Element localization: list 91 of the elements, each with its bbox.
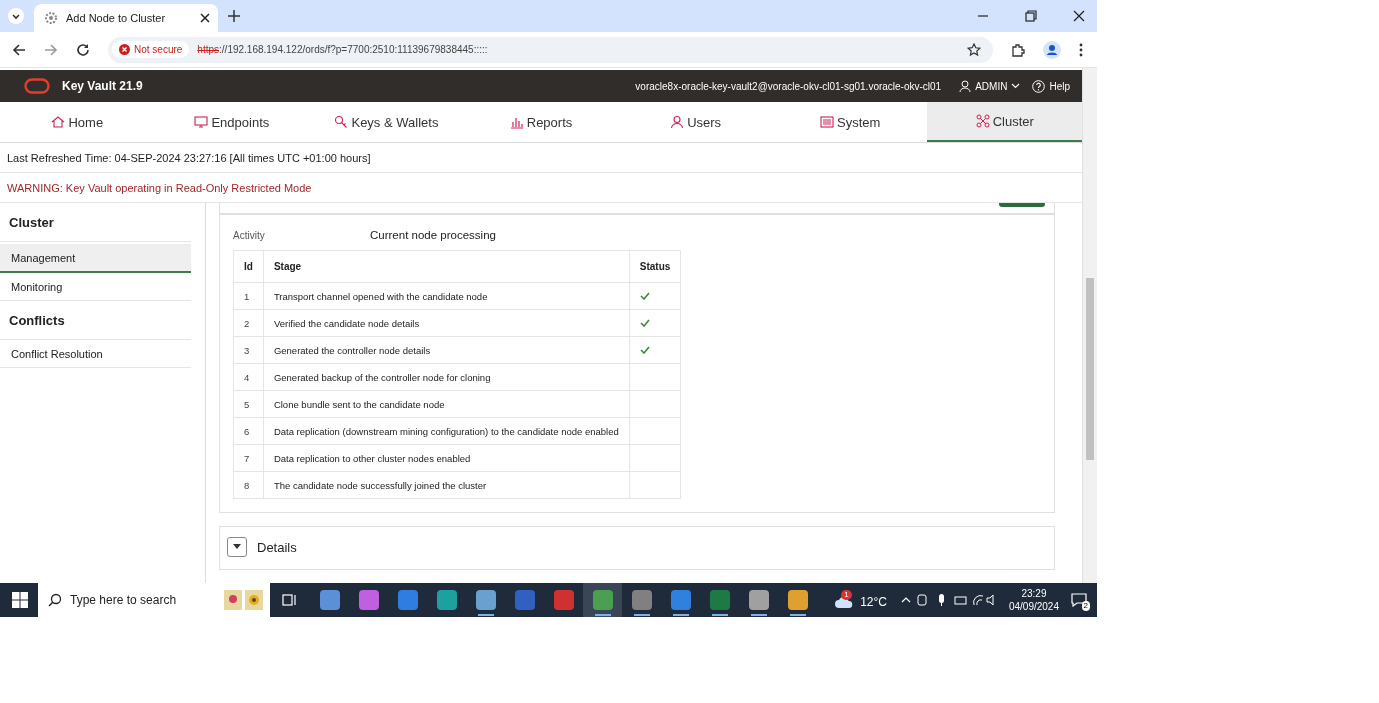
- temperature: 12°C: [860, 595, 887, 609]
- close-icon[interactable]: [1073, 10, 1085, 22]
- table-cell: Verified the candidate node details: [263, 309, 630, 337]
- table-cell: 1: [233, 282, 264, 310]
- scrollbar[interactable]: [1082, 68, 1097, 583]
- new-tab-icon[interactable]: [228, 10, 240, 22]
- table-cell: 6: [233, 417, 264, 445]
- puzzle-icon[interactable]: [1011, 42, 1025, 57]
- refresh-time: Last Refreshed Time: 04-SEP-2024 23:27:16 [All times UTC +01:00 hours]: [6, 150, 372, 166]
- close-icon[interactable]: [200, 13, 210, 23]
- gear-icon: [44, 11, 58, 25]
- table-cell: Data replication to other cluster nodes enabled: [263, 444, 630, 472]
- back-icon[interactable]: [12, 42, 26, 57]
- expand-toggle[interactable]: [227, 537, 247, 557]
- key-icon: [334, 115, 349, 129]
- weather-widget[interactable]: 1 12°C: [832, 588, 887, 612]
- bar-chart-icon: [509, 115, 524, 129]
- help-icon: [1032, 79, 1046, 93]
- more-icon[interactable]: [1079, 42, 1083, 57]
- user-menu[interactable]: ADMIN: [959, 80, 1021, 92]
- sidebar-heading: Cluster: [0, 203, 191, 242]
- table-cell: 7: [233, 444, 264, 472]
- table-cell: 3: [233, 336, 264, 364]
- logo-icon: [24, 78, 50, 94]
- tab-list-icon[interactable]: [8, 8, 24, 24]
- sidebar-heading: Conflicts: [0, 301, 191, 340]
- sidebar-item[interactable]: Monitoring: [0, 273, 191, 301]
- product-title: Key Vault 21.9: [62, 79, 143, 93]
- caret-icon: [1011, 83, 1021, 89]
- warning-message: WARNING: Key Vault operating in Read-Only Restricted Mode: [0, 172, 1082, 203]
- chevron-up-icon[interactable]: [900, 597, 911, 603]
- column-header: Id: [233, 250, 264, 283]
- table-cell: The candidate node successfully joined the cluster: [263, 471, 630, 499]
- flower-icon: [224, 588, 264, 612]
- forward-icon[interactable]: [44, 42, 58, 57]
- column-header: Status: [629, 250, 681, 283]
- nav-tab[interactable]: Endpoints: [154, 102, 310, 142]
- activity-label: Activity: [233, 229, 266, 241]
- task-view-icon[interactable]: [282, 592, 298, 608]
- tray-icons-drawing[interactable]: [916, 593, 997, 607]
- app-icon[interactable]: [583, 583, 622, 617]
- nav-tab[interactable]: Cluster: [927, 102, 1082, 142]
- caret-down-icon: [233, 544, 241, 550]
- url-text: https://192.168.194.122/ords/f?p=7700:2510:11139679838445:::::: [197, 44, 488, 55]
- nav-tab[interactable]: Users: [618, 102, 773, 142]
- notification-badge: 1: [841, 590, 852, 600]
- nav-tab[interactable]: Reports: [463, 102, 619, 142]
- nav-tab[interactable]: Keys & Wallets: [309, 102, 464, 142]
- address-bar[interactable]: Not secure https://192.168.194.122/ords/f?p=7700:2510:11139679838445:::::: [108, 36, 993, 63]
- monitor-icon: [194, 115, 209, 129]
- nav-tab[interactable]: System: [772, 102, 928, 142]
- clock[interactable]: 23:29 04/09/2024: [1008, 587, 1059, 613]
- message-icon: [1071, 593, 1087, 607]
- user-icon: [670, 115, 685, 129]
- table-cell: Data replication (downstream mining configuration) to the candidate node enabled: [263, 417, 630, 445]
- cloud-icon: [834, 595, 855, 609]
- security-label: Not secure: [134, 44, 183, 55]
- reload-icon[interactable]: [76, 42, 90, 57]
- notifications-button[interactable]: 2: [1071, 593, 1087, 607]
- column-header: Stage: [263, 250, 630, 283]
- activity-value: Current node processing: [370, 229, 496, 241]
- home-icon: [51, 115, 66, 129]
- security-chip[interactable]: Not secure: [112, 41, 190, 58]
- date-text: 04/09/2024: [1008, 600, 1059, 613]
- table-cell: 8: [233, 471, 264, 499]
- sidebar-item[interactable]: Conflict Resolution: [0, 340, 191, 368]
- browser-tab[interactable]: Add Node to Cluster: [34, 4, 218, 32]
- table-cell: 2: [233, 309, 264, 337]
- table-cell: Generated backup of the controller node for cloning: [263, 363, 630, 391]
- restore-icon[interactable]: [1025, 10, 1037, 22]
- section-title: Details: [257, 539, 297, 555]
- profile-icon[interactable]: [1043, 40, 1061, 59]
- table-cell: 4: [233, 363, 264, 391]
- network-icon: [975, 114, 990, 128]
- table-cell: Transport channel opened with the candidate node: [263, 282, 630, 310]
- table-cell: Clone bundle sent to the candidate node: [263, 390, 630, 418]
- table-cell: 5: [233, 390, 264, 418]
- warning-icon: [119, 44, 130, 55]
- notification-badge: 2: [1081, 601, 1090, 611]
- time-text: 23:29: [1021, 587, 1047, 600]
- user-icon: [959, 80, 972, 92]
- table-cell: Generated the controller node details: [263, 336, 630, 364]
- tab-title: Add Node to Cluster: [66, 12, 167, 24]
- windows-icon[interactable]: [12, 592, 28, 608]
- star-icon[interactable]: [967, 42, 981, 57]
- nav-tab[interactable]: Home: [0, 102, 155, 142]
- sidebar-item[interactable]: Management: [0, 244, 191, 273]
- search-field[interactable]: Type here to search: [38, 583, 270, 617]
- help-link[interactable]: Help: [1032, 79, 1070, 93]
- search-icon: [48, 593, 62, 607]
- host-name: voracle8x-oracle-key-vault2@voracle-okv-cl01-sg01.voracle-okv-cl01: [635, 80, 942, 92]
